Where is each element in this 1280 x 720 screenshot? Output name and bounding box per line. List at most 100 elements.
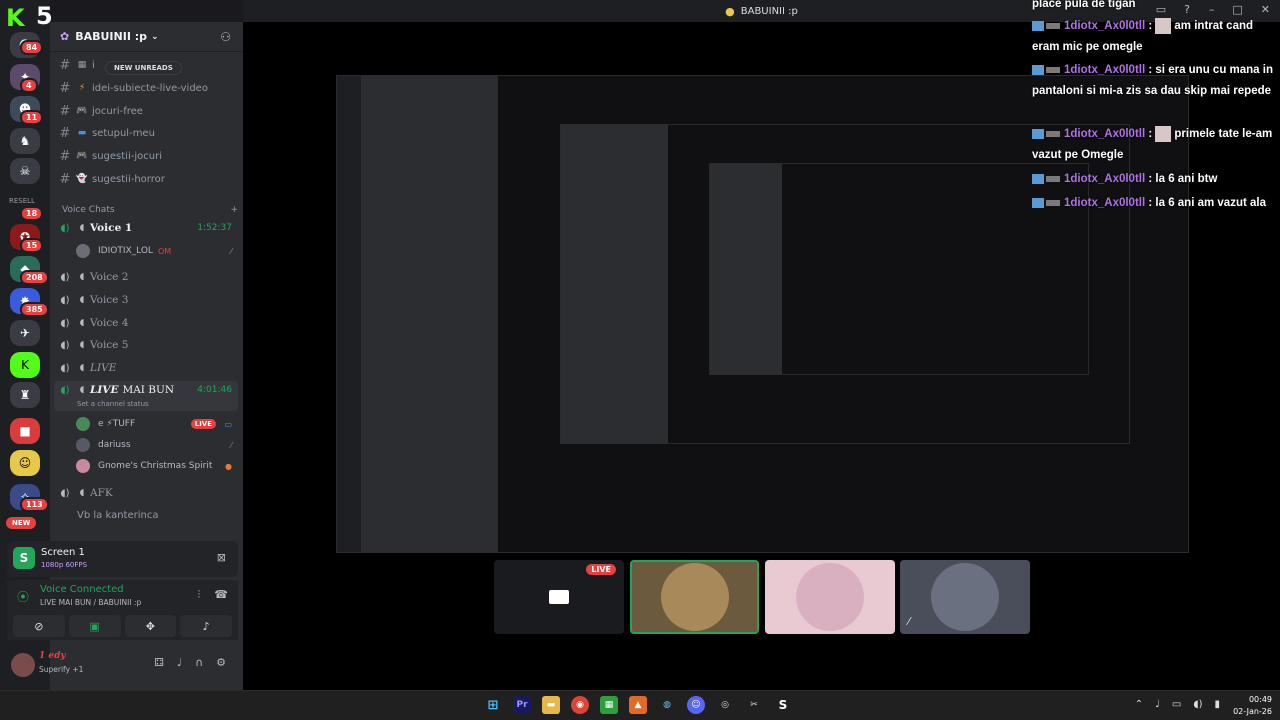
server-icon-11[interactable]: ■ xyxy=(10,418,40,444)
gamepad-icon[interactable]: ⚃ xyxy=(154,656,164,669)
orange-app-icon[interactable]: ▲ xyxy=(629,696,647,714)
activities-button[interactable]: ✥ xyxy=(124,615,177,637)
server-icon-12[interactable]: ☺ xyxy=(10,450,40,476)
channel-label: idei-subiecte-live-video xyxy=(92,82,208,94)
resell-label: RESELL xyxy=(9,197,35,205)
channel-idei-subiecte-live-video[interactable]: # ⚡ idei-subiecte-live-video xyxy=(56,78,238,98)
chat-message-0: place pula de tigan xyxy=(1032,0,1280,15)
channel-label: i xyxy=(92,59,95,71)
live-badge: LIVE xyxy=(190,419,216,429)
kick-platform-icon xyxy=(1032,20,1044,31)
disconnect-icon[interactable]: ☎ xyxy=(214,588,228,602)
windows-start-icon[interactable]: ⊞ xyxy=(484,696,502,714)
voice-status[interactable]: Voice Connected xyxy=(40,584,124,595)
speaker-active-icon: ◖) xyxy=(60,384,70,396)
s-app-icon[interactable]: S xyxy=(774,696,792,714)
channel-vb-la-kanterinca[interactable]: Vb la kanterinca xyxy=(77,510,158,521)
file-explorer-icon[interactable]: ▬ xyxy=(542,696,560,714)
screen-share-title: Screen 1 xyxy=(41,547,85,558)
user-avatar[interactable] xyxy=(11,653,35,677)
chat-username: 1diotx_Ax0l0tll xyxy=(1064,128,1146,140)
voice-channel-label: AFK xyxy=(90,487,113,499)
server-icon-10[interactable]: ♜ xyxy=(10,382,40,408)
voice-channel-voice-3[interactable]: ◖) ◖ Voice 3 xyxy=(56,290,238,310)
avatar xyxy=(76,459,90,473)
chat-message-5: 1diotx_Ax0l0tll : la 6 ani am vazut ala xyxy=(1032,193,1280,214)
guild-header[interactable]: ✿ BABUINII :p ⌄ ⚇ xyxy=(50,22,243,52)
speaker-active-icon: ◖) xyxy=(60,222,70,234)
voice-channel-voice-1[interactable]: ◖) ◖ Voice 1 1:52:37 xyxy=(56,218,238,238)
server-icon-9[interactable]: ✈ xyxy=(10,320,40,346)
server-icon-kick[interactable]: K xyxy=(10,352,40,378)
voice-member-dariuss[interactable]: dariuss ⁄ xyxy=(76,436,236,454)
add-member-icon[interactable]: ⚇ xyxy=(220,30,231,44)
obs-icon[interactable]: ◎ xyxy=(716,696,734,714)
voice-channel-label: Voice 3 xyxy=(90,294,129,306)
speaker-icon: ◖) xyxy=(60,487,70,499)
channel-sugestii-horror[interactable]: # 👻 sugestii-horror xyxy=(56,169,238,189)
discord-icon[interactable]: ☺ xyxy=(687,696,705,714)
voice-member-tuff[interactable]: e ⚡TUFF LIVE ▭ xyxy=(76,415,236,433)
voice-channel-live-mai-bun[interactable]: ◖) ◖ LIVE MAI BUN 4:01:46 xyxy=(56,380,238,400)
chat-username: 1diotx_Ax0l0tll xyxy=(1064,173,1146,185)
server-badge-7: 385 xyxy=(20,302,49,317)
voice-channel-afk[interactable]: ◖) ◖ AFK xyxy=(56,483,238,503)
speaker-icon: ◖) xyxy=(60,317,70,329)
voice-channel-label: Voice 2 xyxy=(90,271,129,283)
channel-label: setupul-meu xyxy=(92,127,155,139)
volume-icon[interactable]: ◖) xyxy=(1193,699,1202,710)
server-icon-5[interactable]: ☠ xyxy=(10,158,40,184)
headphones-icon[interactable]: ∩ xyxy=(195,656,203,669)
network-icon[interactable]: ▭ xyxy=(1172,699,1181,710)
channel-status[interactable]: Set a channel status xyxy=(77,400,149,408)
chevron-down-icon: ⌄ xyxy=(151,31,159,42)
microphone-icon[interactable]: ♩ xyxy=(177,656,182,669)
voice-channel-label: Voice 1 xyxy=(90,222,133,234)
server-badge-8: 113 xyxy=(20,497,49,512)
stream-stage: LIVE ⁄ xyxy=(243,22,1280,690)
voice-category-label: Voice Chats xyxy=(62,205,115,215)
premiere-icon[interactable]: Pr xyxy=(513,696,531,714)
voice-channel-voice-4[interactable]: ◖) ◖ Voice 4 xyxy=(56,313,238,333)
stream-tile-cat[interactable] xyxy=(630,560,759,634)
stream-tile-santa[interactable] xyxy=(765,560,895,634)
hash-icon: # xyxy=(59,125,71,141)
channel-sugestii-jocuri[interactable]: # 🎮 sugestii-jocuri xyxy=(56,146,238,166)
channel-emoji: 🎮 xyxy=(76,106,88,116)
settings-gear-icon[interactable]: ⚙ xyxy=(216,656,226,669)
screen-share-quality: 1080p 60FPS xyxy=(41,561,88,569)
chrome-icon[interactable]: ◉ xyxy=(571,696,589,714)
voice-channel-live[interactable]: ◖) ◖ LIVE xyxy=(56,358,238,378)
voice-channel-voice-5[interactable]: ◖) ◖ Voice 5 xyxy=(56,335,238,355)
microphone-tray-icon[interactable]: ♩ xyxy=(1155,699,1160,710)
stream-tile-dariuss[interactable]: ⁄ xyxy=(900,560,1030,634)
chevron-up-icon[interactable]: ⌃ xyxy=(1135,699,1143,710)
screen-share-button[interactable]: ▣ xyxy=(68,615,121,637)
voice-member-idiotix[interactable]: IDIOTIX_LOL OM ⁄ xyxy=(76,242,236,260)
battery-icon[interactable]: ▮ xyxy=(1214,699,1220,710)
add-channel-icon[interactable]: + xyxy=(230,205,238,215)
taskbar-clock[interactable]: 00:49 02-Jan-26 xyxy=(1233,694,1272,718)
camera-off-button[interactable]: ⊘ xyxy=(13,615,65,637)
server-icon-4[interactable]: ♞ xyxy=(10,128,40,154)
voice-channel-label: Voice 4 xyxy=(90,317,129,329)
channel-jocuri-free[interactable]: # 🎮 jocuri-free xyxy=(56,101,238,121)
speaker-icon: ◖) xyxy=(60,362,70,374)
stream-tile-screen[interactable]: LIVE xyxy=(494,560,624,634)
server-badge-6: 208 xyxy=(20,270,49,285)
stop-stream-button[interactable]: ⊠ xyxy=(217,551,226,564)
voice-channel-voice-2[interactable]: ◖) ◖ Voice 2 xyxy=(56,267,238,287)
voice-category-header[interactable]: Voice Chats + xyxy=(62,205,238,215)
noise-suppression-icon[interactable]: ⫶ xyxy=(198,588,201,602)
channel-i[interactable]: # ▦ i xyxy=(56,55,238,75)
chat-message-1: 1diotx_Ax0l0tll : am intrat cand eram mi… xyxy=(1032,16,1280,58)
soundboard-button[interactable]: ♪ xyxy=(180,615,232,637)
capture-tool-icon[interactable]: ✂ xyxy=(745,696,763,714)
voice-channel-label: LIVE xyxy=(90,362,117,374)
channel-setupul-meu[interactable]: # ▬ setupul-meu xyxy=(56,123,238,143)
voice-member-gnome[interactable]: Gnome's Christmas Spirit ● xyxy=(76,457,236,475)
windows-taskbar: ⊞ Pr ▬ ◉ ▦ ▲ ◍ ☺ ◎ ✂ S ⌃ ♩ ▭ ◖) ▮ 00:49 … xyxy=(0,690,1280,720)
channel-label: sugestii-horror xyxy=(92,173,165,185)
minecraft-icon[interactable]: ▦ xyxy=(600,696,618,714)
steam-icon[interactable]: ◍ xyxy=(658,696,676,714)
